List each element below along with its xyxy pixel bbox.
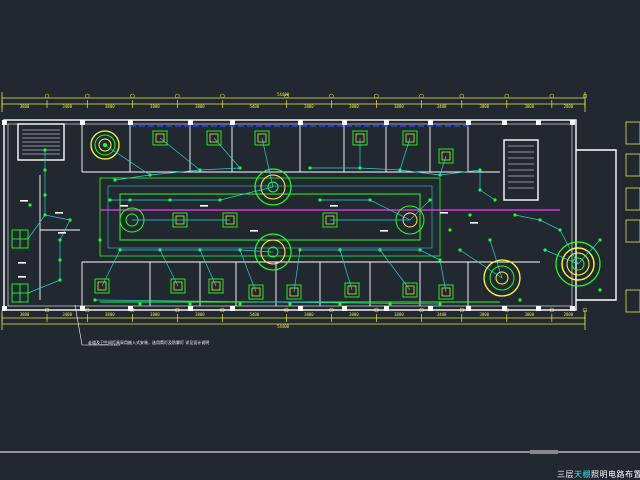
drawing-note: 走道及卫生间灯具采用嵌入式安装，选用筒灯及防雾灯 详见设计说明	[88, 339, 209, 345]
top-bay-dimension-11: 3800	[524, 104, 534, 109]
bottom-bay-dimension-7: 3800	[349, 312, 359, 317]
bottom-bay-dimension-5: 5400	[250, 312, 260, 317]
margin-tags	[625, 121, 640, 313]
top-bay-dimension-5: 5400	[250, 104, 260, 109]
floor-plan-drawing: 54400 3800 3400 3800 3800 3800 5400 3800 3800 38…	[0, 92, 640, 454]
bottom-bay-dimension-8: 3800	[394, 312, 404, 317]
top-bay-dimension-9: 3400	[437, 104, 447, 109]
structural-columns	[2, 120, 575, 311]
bottom-bay-dimension-10: 3800	[479, 312, 489, 317]
frame-tab	[530, 450, 558, 454]
bottom-bay-dimension-4: 3800	[195, 312, 205, 317]
top-bay-ticks: 3800 3400 3800 3800 3800 5400 3800 3800 3800 3400…	[1, 93, 588, 109]
top-dimension-lines	[1, 92, 586, 112]
top-bay-dimension-7: 3800	[349, 104, 359, 109]
top-bay-dimension-6: 3800	[304, 104, 314, 109]
overall-dimension-bottom: 54400	[277, 324, 290, 329]
bottom-bay-dimension-12: 2800	[564, 312, 574, 317]
top-bay-dimension-3: 3800	[150, 104, 160, 109]
circuit-tags	[18, 200, 478, 278]
sheet-title: 三层天棚照明电路布置图	[557, 470, 640, 479]
top-bay-dimension-4: 3800	[195, 104, 205, 109]
distribution-panels	[11, 229, 29, 303]
top-bay-dimension-1: 3400	[62, 104, 72, 109]
bottom-bay-dimension-9: 3400	[437, 312, 447, 317]
bottom-bay-dimension-1: 3400	[62, 312, 72, 317]
top-bay-dimension-12: 2800	[564, 104, 574, 109]
top-bay-dimension-10: 3800	[479, 104, 489, 109]
bottom-bay-dimension-0: 3800	[20, 312, 30, 317]
top-bay-dimension-8: 3800	[394, 104, 404, 109]
bottom-bay-dimension-2: 3800	[105, 312, 115, 317]
bottom-bay-dimension-6: 3800	[304, 312, 314, 317]
bottom-bay-dimension-11: 3800	[524, 312, 534, 317]
bottom-dimension-lines	[1, 310, 586, 330]
top-bay-dimension-0: 3800	[20, 104, 30, 109]
bottom-bay-dimension-3: 3800	[150, 312, 160, 317]
top-bay-dimension-2: 3800	[105, 104, 115, 109]
stair-treads	[22, 129, 534, 189]
corridor-ceiling	[99, 125, 560, 303]
